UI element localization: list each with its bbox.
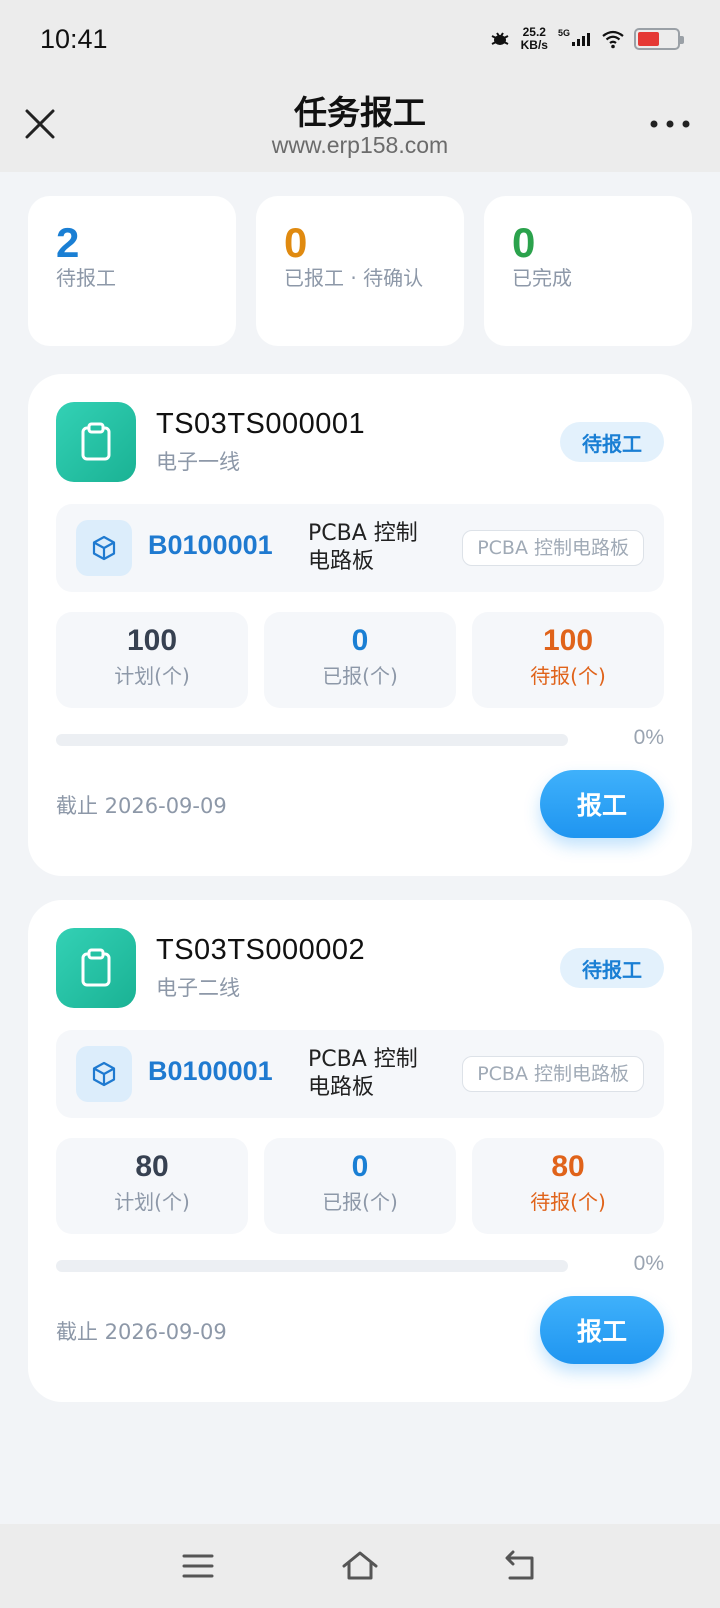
task-number: TS03TS000001: [156, 408, 366, 440]
bug-icon: [491, 32, 509, 45]
product-name: PCBA 控制电路板: [308, 1047, 418, 1100]
home-icon: [342, 1551, 378, 1580]
plan-qty-box: 100 计划(个): [56, 612, 248, 708]
summary-row: 2 待报工 0 已报工 · 待确认 0 已完成: [28, 196, 692, 346]
plan-label: 计划(个): [114, 664, 190, 688]
reported-label: 已报(个): [322, 664, 398, 688]
task-number: TS03TS000002: [156, 934, 366, 966]
plan-qty: 80: [135, 1150, 169, 1183]
product-code: B0100001: [148, 1056, 273, 1086]
more-button[interactable]: [648, 114, 692, 134]
product-info: B0100001 PCBA 控制电路板 PCBA 控制电路板: [56, 504, 664, 592]
summary-card-pending[interactable]: 2 待报工: [28, 196, 236, 346]
reported-qty: 0: [351, 1150, 369, 1183]
product-spec-tag: PCBA 控制电路板: [462, 1056, 644, 1092]
page-title: 任务报工: [294, 93, 426, 132]
page-url: www.erp158.com: [271, 132, 449, 158]
summary-value: 0: [284, 219, 308, 266]
clipboard-icon: [81, 422, 111, 461]
app-header: 任务报工 www.erp158.com: [0, 80, 720, 172]
pending-qty: 80: [551, 1150, 585, 1183]
summary-label: 已完成: [512, 266, 572, 290]
plan-qty-box: 80 计划(个): [56, 1138, 248, 1234]
quantity-row: 80 计划(个) 0 已报(个) 80 待报(个): [56, 1138, 664, 1234]
summary-value: 0: [512, 219, 536, 266]
reported-qty-box: 0 已报(个): [264, 612, 456, 708]
wifi-icon: [602, 30, 624, 49]
pending-label: 待报(个): [530, 1190, 606, 1214]
status-time: 10:41: [40, 24, 108, 54]
pending-qty-box: 100 待报(个): [472, 612, 664, 708]
product-icon-badge: [76, 520, 132, 576]
more-icon: [650, 120, 690, 128]
pending-label: 待报(个): [530, 664, 606, 688]
summary-label: 已报工 · 待确认: [284, 266, 424, 290]
cube-icon: [92, 535, 116, 561]
status-badge: 待报工: [560, 422, 664, 462]
nav-back-button[interactable]: [500, 1546, 540, 1586]
pending-qty-box: 80 待报(个): [472, 1138, 664, 1234]
report-button[interactable]: 报工: [540, 770, 664, 838]
clipboard-icon: [81, 948, 111, 987]
nav-home-button[interactable]: [340, 1546, 380, 1586]
plan-label: 计划(个): [114, 1190, 190, 1214]
product-code: B0100001: [148, 530, 273, 560]
network-type: 5G: [557, 28, 570, 38]
product-name: PCBA 控制电路板: [308, 521, 418, 574]
summary-card-completed[interactable]: 0 已完成: [484, 196, 692, 346]
summary-value: 2: [56, 219, 80, 266]
nav-menu-button[interactable]: [178, 1546, 218, 1586]
speed-unit: KB/s: [520, 38, 548, 52]
signal-icon: 5G: [558, 28, 592, 46]
back-icon: [505, 1550, 534, 1580]
summary-card-awaiting-confirm[interactable]: 0 已报工 · 待确认: [256, 196, 464, 346]
production-line: 电子二线: [156, 976, 240, 1000]
network-speed: 25.2 KB/s: [521, 26, 548, 52]
report-button[interactable]: 报工: [540, 1296, 664, 1364]
task-icon-badge: [56, 928, 136, 1008]
cube-icon: [92, 1061, 116, 1087]
pending-qty: 100: [542, 624, 594, 657]
summary-label: 待报工: [56, 266, 116, 290]
signal-bars: [572, 33, 590, 46]
deadline: 截止 2026-09-09: [56, 794, 227, 818]
task-card[interactable]: TS03TS000001 电子一线 待报工 B0100001 PCBA 控制电路…: [28, 374, 692, 876]
reported-qty-box: 0 已报(个): [264, 1138, 456, 1234]
product-info: B0100001 PCBA 控制电路板 PCBA 控制电路板: [56, 1030, 664, 1118]
progress-percent: 0%: [633, 1252, 664, 1275]
reported-qty: 0: [351, 624, 369, 657]
battery-level: [638, 32, 659, 46]
reported-label: 已报(个): [322, 1190, 398, 1214]
bottom-nav: [0, 1524, 720, 1608]
status-bar: 10:41 25.2 KB/s 5G: [0, 0, 720, 80]
progress-percent: 0%: [633, 726, 664, 749]
product-spec-tag: PCBA 控制电路板: [462, 530, 644, 566]
progress-bar: [56, 734, 568, 746]
progress-bar: [56, 1260, 568, 1272]
status-icons: 25.2 KB/s 5G: [489, 26, 684, 52]
task-icon-badge: [56, 402, 136, 482]
menu-icon: [182, 1554, 214, 1578]
battery-icon: [634, 28, 684, 50]
production-line: 电子一线: [156, 450, 240, 474]
task-card[interactable]: TS03TS000002 电子二线 待报工 B0100001 PCBA 控制电路…: [28, 900, 692, 1402]
quantity-row: 100 计划(个) 0 已报(个) 100 待报(个): [56, 612, 664, 708]
deadline: 截止 2026-09-09: [56, 1320, 227, 1344]
product-icon-badge: [76, 1046, 132, 1102]
plan-qty: 100: [126, 624, 178, 657]
status-badge: 待报工: [560, 948, 664, 988]
